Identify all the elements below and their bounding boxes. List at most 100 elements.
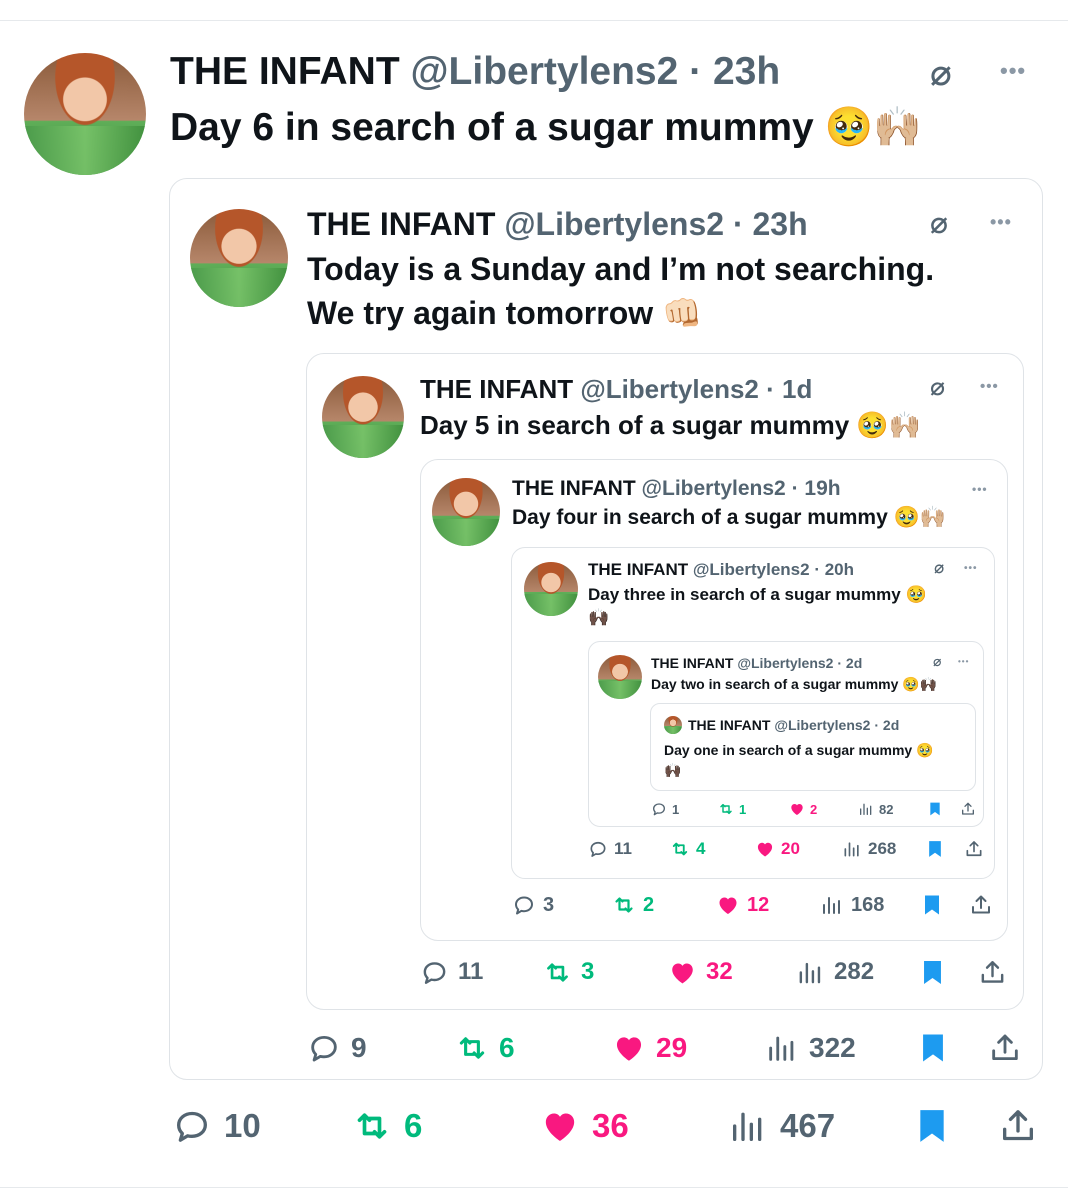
author-name: THE INFANT (512, 477, 636, 500)
timestamp: · 2d (837, 655, 863, 671)
bookmark-button[interactable] (927, 801, 943, 817)
retweet-button[interactable]: 1 (718, 801, 746, 817)
author-handle[interactable]: @Libertylens2 (411, 50, 679, 94)
share-button[interactable] (998, 1106, 1038, 1146)
more-icon[interactable]: ••• (972, 482, 988, 496)
bookmark-button[interactable] (920, 893, 944, 917)
reply-button[interactable]: 11 (420, 958, 483, 987)
retweet-button[interactable]: 6 (352, 1106, 422, 1146)
views-count: 467 (780, 1107, 836, 1144)
retweet-icon (718, 801, 734, 817)
retweet-button[interactable]: 3 (543, 958, 594, 987)
views-button[interactable]: 467 (728, 1106, 835, 1146)
avatar[interactable] (322, 376, 404, 458)
tweet-header: THE INFANT @Libertylens2 · 2d (688, 717, 899, 733)
like-button[interactable]: 36 (540, 1106, 629, 1146)
reply-count: 9 (351, 1032, 367, 1063)
tweet-text: Day one in search of a sugar mummy 🥹 (664, 742, 934, 759)
avatar[interactable] (664, 716, 682, 734)
grok-icon[interactable]: ⌀ (930, 372, 945, 402)
share-button[interactable] (960, 801, 976, 817)
share-button[interactable] (978, 958, 1007, 987)
avatar[interactable] (190, 209, 288, 307)
like-button[interactable]: 32 (668, 958, 733, 987)
tweet-text-line1: Today is a Sunday and I’m not searching. (307, 251, 935, 287)
tweet-text: Day 5 in search of a sugar mummy 🥹🙌🏼 (420, 410, 921, 441)
like-button[interactable]: 20 (755, 839, 800, 859)
like-button[interactable]: 12 (716, 893, 769, 917)
emoji: 🥹🙌🏼 (893, 506, 946, 529)
grok-icon[interactable]: ⌀ (930, 206, 948, 241)
reply-icon (420, 958, 449, 987)
reply-button[interactable]: 9 (307, 1031, 367, 1065)
retweet-button[interactable]: 6 (455, 1031, 515, 1065)
views-count: 322 (809, 1032, 856, 1063)
views-button[interactable]: 282 (796, 958, 874, 987)
share-icon (969, 893, 993, 917)
reply-count: 11 (458, 958, 484, 985)
tweet-text-content: Day 5 in search of a sugar mummy (420, 410, 850, 440)
bookmark-button[interactable] (916, 1031, 950, 1065)
views-button[interactable]: 168 (820, 893, 884, 917)
grok-icon[interactable]: ⌀ (930, 52, 952, 94)
avatar[interactable] (432, 478, 500, 546)
views-button[interactable]: 268 (842, 839, 896, 859)
timestamp: · 20h (814, 560, 854, 579)
views-button[interactable]: 322 (765, 1031, 856, 1065)
tweet-header: THE INFANT @Libertylens2 · 23h (307, 206, 808, 243)
emoji: 🥹🙌🏼 (856, 410, 922, 440)
more-icon[interactable]: ••• (958, 657, 969, 666)
emoji: 👊🏻 (662, 295, 702, 331)
like-button[interactable]: 2 (789, 801, 817, 817)
more-icon[interactable]: ••• (964, 563, 978, 574)
share-button[interactable] (969, 893, 993, 917)
retweet-icon (352, 1106, 392, 1146)
author-handle: @Libertylens2 (504, 206, 725, 242)
reply-button[interactable]: 3 (512, 893, 554, 917)
grok-icon[interactable]: ⌀ (933, 653, 941, 670)
bookmark-button[interactable] (925, 839, 945, 859)
views-count: 268 (868, 839, 897, 858)
author-name: THE INFANT (651, 655, 734, 671)
retweet-button[interactable]: 4 (670, 839, 705, 859)
like-count: 29 (656, 1032, 688, 1063)
heart-icon (540, 1106, 580, 1146)
share-icon (960, 801, 976, 817)
reply-button[interactable]: 10 (172, 1106, 261, 1146)
views-icon (858, 801, 874, 817)
grok-icon[interactable]: ⌀ (934, 558, 944, 578)
emoji: 🙌🏿 (664, 762, 682, 778)
reply-icon (172, 1106, 212, 1146)
retweet-count: 1 (739, 801, 747, 817)
views-count: 82 (879, 801, 894, 817)
timestamp[interactable]: · 23h (689, 50, 780, 94)
reply-button[interactable]: 1 (651, 801, 679, 817)
bookmark-button[interactable] (918, 958, 947, 987)
share-button[interactable] (988, 1031, 1022, 1065)
tweet-text-content: Day four in search of a sugar mummy (512, 506, 888, 529)
avatar[interactable] (24, 53, 146, 175)
bookmark-icon (916, 1031, 950, 1065)
views-count: 168 (851, 893, 885, 916)
author-name[interactable]: THE INFANT (170, 50, 400, 94)
bookmark-icon (920, 893, 944, 917)
tweet-text-content: Day three in search of a sugar mummy (588, 585, 901, 604)
retweet-button[interactable]: 2 (612, 893, 654, 917)
avatar[interactable] (524, 562, 578, 616)
views-button[interactable]: 82 (858, 801, 893, 817)
tweet-text: Day two in search of a sugar mummy 🥹🙌🏿 (651, 676, 937, 693)
more-icon[interactable]: ••• (980, 378, 999, 395)
reply-icon (651, 801, 667, 817)
more-icon[interactable]: ••• (1000, 58, 1026, 84)
like-count: 20 (781, 839, 800, 858)
views-icon (765, 1031, 799, 1065)
bookmark-button[interactable] (912, 1106, 952, 1146)
author-handle: @Libertylens2 (641, 477, 786, 500)
avatar[interactable] (598, 655, 642, 699)
more-icon[interactable]: ••• (990, 212, 1012, 233)
share-button[interactable] (964, 839, 984, 859)
like-button[interactable]: 29 (612, 1031, 687, 1065)
tweet-header: THE INFANT @Libertylens2 · 20h (588, 560, 854, 580)
reply-button[interactable]: 11 (588, 839, 632, 859)
tweet-text-content: Day 6 in search of a sugar mummy (170, 106, 814, 149)
